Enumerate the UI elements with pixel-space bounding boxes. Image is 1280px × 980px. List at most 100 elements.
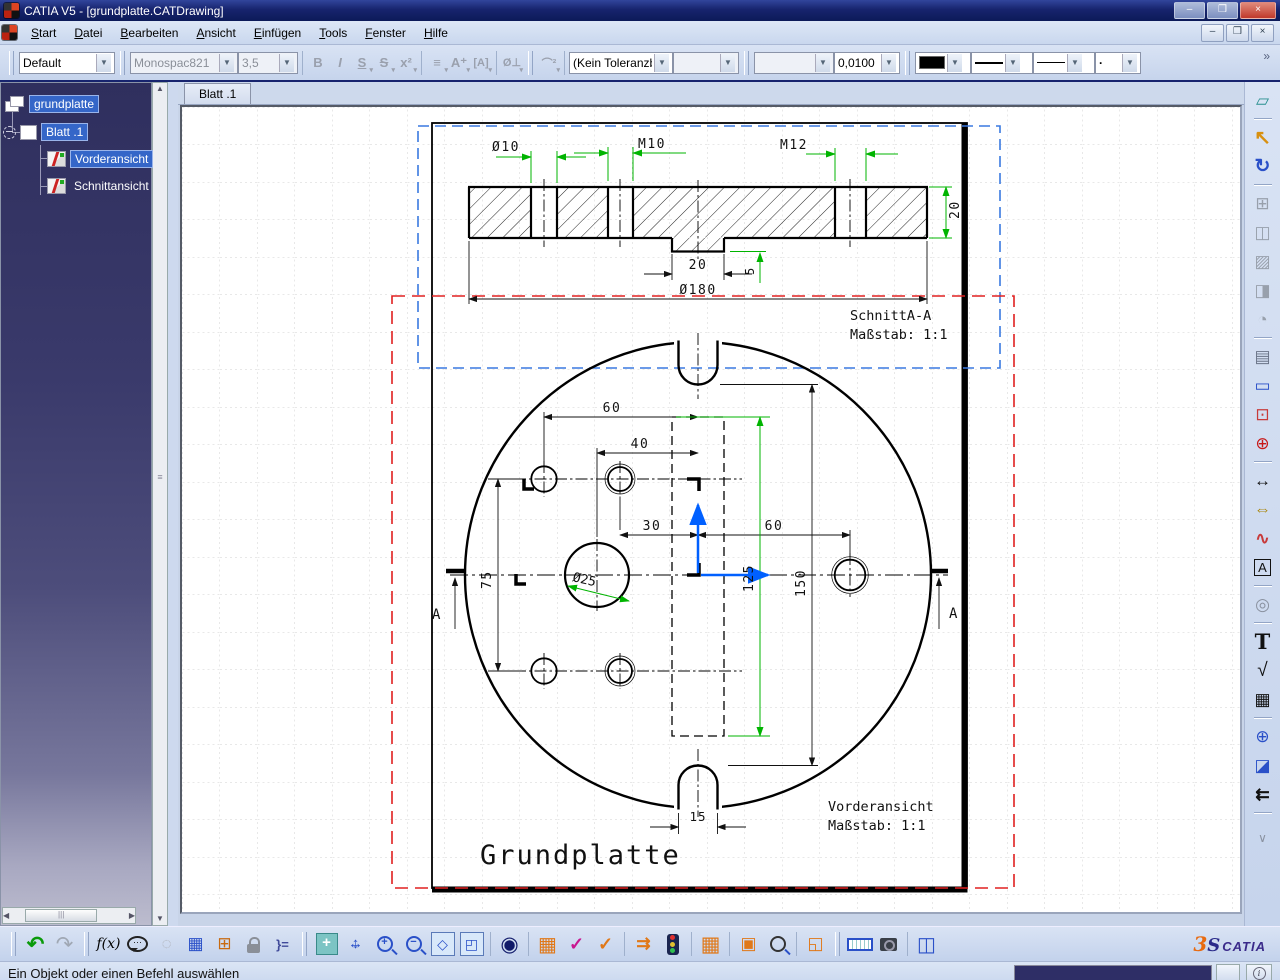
zoom-out-icon[interactable]: −	[399, 930, 428, 958]
ruler-icon[interactable]	[845, 930, 874, 958]
command-button[interactable]	[1216, 964, 1240, 980]
info-button[interactable]: i	[1246, 964, 1272, 980]
curve-dimension-icon[interactable]: ∿	[1249, 524, 1277, 553]
front-view-scale[interactable]: Maßstab: 1:1	[828, 818, 926, 834]
comment-icon[interactable]: ⋯	[123, 930, 152, 958]
command-input[interactable]	[1014, 965, 1212, 980]
dim-dia180[interactable]: Ø180	[679, 283, 716, 298]
front-view-label[interactable]: Vorderansicht	[828, 799, 934, 815]
line-weight-combo[interactable]: ▼	[971, 52, 1033, 74]
undo-icon[interactable]: ↶	[21, 930, 50, 958]
strikethrough-button[interactable]: S▾	[373, 52, 395, 74]
view-wizard-icon[interactable]: ⊞	[1249, 189, 1277, 218]
menu-hilfe[interactable]: Hilfe	[415, 23, 457, 43]
dim-m12[interactable]: M12	[780, 138, 808, 153]
camera-icon[interactable]	[874, 930, 903, 958]
select-icon[interactable]: ↖	[1249, 123, 1277, 152]
scrollbar-thumb[interactable]: |||	[25, 909, 97, 922]
toolbar-grip[interactable]	[9, 51, 14, 75]
scroll-up-icon[interactable]: ▲	[156, 83, 164, 95]
dim-125[interactable]: 125	[742, 564, 757, 592]
toolbar-grip[interactable]	[84, 932, 89, 956]
dim-75[interactable]: 75	[480, 570, 495, 589]
catalog-icon[interactable]: ⊞	[210, 930, 239, 958]
tree-vertical-scrollbar[interactable]: ▲ ≡ ▼	[152, 82, 168, 926]
grid-icon[interactable]: ▦	[696, 930, 725, 958]
close-button[interactable]: ×	[1240, 2, 1276, 19]
restore-button[interactable]: ❒	[1207, 2, 1238, 19]
zoom-in-icon[interactable]: +	[370, 930, 399, 958]
detail-magnifier-icon[interactable]	[763, 930, 792, 958]
formula-icon[interactable]: f(x)	[94, 930, 123, 958]
new-view-icon[interactable]: ▭	[1249, 371, 1277, 400]
tolerance-value-combo[interactable]: ▼	[673, 52, 739, 74]
section-view-label[interactable]: SchnittA-A	[850, 308, 931, 324]
front-view-icon[interactable]: ◫	[1249, 218, 1277, 247]
precision-combo[interactable]: 0,0100▼	[834, 52, 900, 74]
minimize-button[interactable]: –	[1174, 2, 1205, 19]
insert-text-icon[interactable]: A⁺▾	[448, 52, 470, 74]
graphic-style-combo[interactable]: Default▼	[19, 52, 115, 74]
multi-view-icon[interactable]: ◰	[457, 930, 486, 958]
chevron-down-icon[interactable]: ▼	[219, 54, 234, 72]
mdi-close-button[interactable]: ×	[1251, 24, 1274, 42]
italic-button[interactable]: I	[329, 52, 351, 74]
update-icon[interactable]: ↻	[1249, 152, 1277, 181]
text-with-leader-icon[interactable]: A	[1249, 553, 1277, 582]
balloon-icon[interactable]: ◎	[1249, 590, 1277, 619]
traffic-light-icon[interactable]	[658, 930, 687, 958]
superscript-button[interactable]: x²▾	[395, 52, 417, 74]
chevron-down-icon[interactable]: ▼	[96, 54, 111, 72]
expand-handle-icon[interactable]	[3, 126, 16, 139]
tree-item-sheet[interactable]: Blatt .1	[3, 123, 88, 141]
dim-15[interactable]: 15	[689, 809, 706, 824]
toolbar-grip[interactable]	[744, 51, 749, 75]
scroll-down-icon[interactable]: ▼	[156, 913, 164, 925]
tree-item-root[interactable]: grundplatte	[5, 95, 99, 113]
menu-einfuegen[interactable]: Einfügen	[245, 23, 310, 43]
design-table-icon[interactable]: ▦	[181, 930, 210, 958]
tab-blatt-1[interactable]: Blatt .1	[184, 83, 251, 104]
text-icon[interactable]: T	[1249, 627, 1277, 656]
knowledge-icon[interactable]: ◌	[152, 930, 181, 958]
dimensions-icon[interactable]: ↔	[1249, 466, 1277, 495]
chevron-down-icon[interactable]: ▼	[654, 54, 669, 72]
lock-icon[interactable]	[239, 930, 268, 958]
dim-check-icon[interactable]: ✓	[562, 930, 591, 958]
dim-150[interactable]: 150	[794, 569, 809, 597]
chevron-down-icon[interactable]: ▼	[881, 54, 896, 72]
sheets-icon[interactable]: ▤	[1249, 342, 1277, 371]
equation-icon[interactable]: √	[1249, 656, 1277, 685]
tree-item-vorderansicht[interactable]: Vorderansicht	[47, 150, 153, 168]
redo-icon[interactable]: ↷	[50, 930, 79, 958]
toolbar-grip[interactable]	[11, 932, 16, 956]
menu-bearbeiten[interactable]: Bearbeiten	[111, 23, 187, 43]
mdi-restore-button[interactable]: ❒	[1226, 24, 1249, 42]
fill-icon[interactable]: ◪	[1249, 751, 1277, 780]
scroll-right-icon[interactable]: ▶	[129, 911, 135, 920]
arrows-icon[interactable]: ⇇	[1249, 780, 1277, 809]
bold-button[interactable]: B	[307, 52, 329, 74]
menu-ansicht[interactable]: Ansicht	[187, 23, 244, 43]
instantiate-2d-icon[interactable]: ⊡	[1249, 400, 1277, 429]
color-combo[interactable]: ▼	[915, 52, 971, 74]
toolbar-grip[interactable]	[302, 932, 307, 956]
iso-view-icon[interactable]: ◇	[428, 930, 457, 958]
font-combo[interactable]: Monospac821▼	[130, 52, 238, 74]
fit-all-icon[interactable]: +	[312, 930, 341, 958]
chevron-down-icon[interactable]: ▼	[947, 54, 962, 72]
dim-boss-width[interactable]: 20	[689, 258, 708, 273]
table-icon[interactable]: ▦	[1249, 685, 1277, 714]
menu-start[interactable]: Start	[22, 23, 65, 43]
dim-system-icon[interactable]: ⇉	[629, 930, 658, 958]
menu-datei[interactable]: Datei	[65, 23, 111, 43]
pan-icon[interactable]: ↔↕	[341, 930, 370, 958]
section-view-scale[interactable]: Maßstab: 1:1	[850, 327, 948, 343]
menu-fenster[interactable]: Fenster	[356, 23, 415, 43]
chained-dimensions-icon[interactable]: ⇔	[1249, 495, 1277, 524]
line-type-combo[interactable]: ▼	[1033, 52, 1095, 74]
target-icon[interactable]: ⊕	[1249, 722, 1277, 751]
point-type-combo[interactable]: ·▼	[1095, 52, 1141, 74]
toolbar-grip[interactable]	[120, 51, 125, 75]
chevron-down-icon[interactable]: ▼	[1067, 54, 1082, 72]
